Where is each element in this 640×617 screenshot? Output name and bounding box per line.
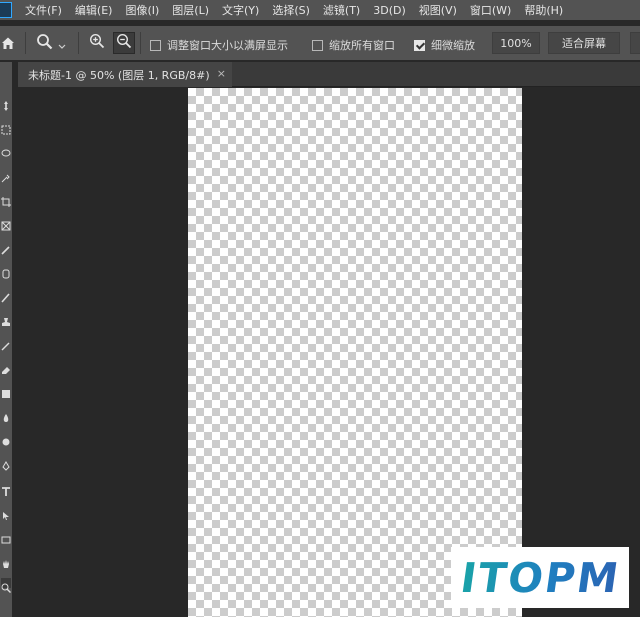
options-divider [140,32,141,54]
pen-tool-icon[interactable] [1,456,11,471]
home-icon[interactable] [0,35,16,51]
document-tab[interactable]: 未标题-1 @ 50% (图层 1, RGB/8#) × [18,62,232,87]
eyedropper-tool-icon[interactable] [1,240,11,255]
scrubby-zoom-label: 细微缩放 [431,39,475,52]
quick-select-tool-icon[interactable] [1,168,11,183]
type-tool-icon[interactable] [1,482,11,496]
chevron-down-icon [58,35,66,54]
hand-tool-icon[interactable] [1,554,11,568]
menu-image[interactable]: 图像(I) [125,2,159,18]
zoom-tool-icon[interactable] [1,578,11,593]
options-bar: 调整窗口大小以满屏显示 缩放所有窗口 细微缩放 100% 适合屏幕 [0,26,640,60]
resize-windows-label: 调整窗口大小以满屏显示 [167,39,288,52]
menu-3d[interactable]: 3D(D) [373,4,406,17]
document-tab-bar: 未标题-1 @ 50% (图层 1, RGB/8#) × [18,62,640,87]
resize-windows-check[interactable] [150,39,161,51]
zoom-all-windows-check[interactable] [312,39,323,51]
history-brush-tool-icon[interactable] [1,336,11,351]
menu-bar: 文件(F) 编辑(E) 图像(I) 图层(L) 文字(Y) 选择(S) 滤镜(T… [0,0,640,20]
zoom-tool-preset-picker[interactable] [36,33,66,55]
zoom-all-windows-checkbox[interactable]: 缩放所有窗口 [312,37,395,53]
gradient-tool-icon[interactable] [1,384,11,398]
menu-help[interactable]: 帮助(H) [524,2,563,18]
menu-filter[interactable]: 滤镜(T) [323,2,360,18]
transparent-canvas[interactable] [188,88,522,617]
watermark-text: ITOPM [457,553,623,602]
zoom-100-button[interactable]: 100% [492,32,540,54]
zoom-all-windows-label: 缩放所有窗口 [329,39,395,52]
zoom-in-icon [89,33,105,53]
menu-edit[interactable]: 编辑(E) [75,2,113,18]
options-divider [25,32,26,54]
fit-screen-button[interactable]: 适合屏幕 [548,32,620,54]
menu-select[interactable]: 选择(S) [272,2,310,18]
crop-tool-icon[interactable] [1,192,11,207]
frame-tool-icon[interactable] [1,216,11,231]
zoom-out-icon [116,33,132,53]
scrubby-zoom-check[interactable] [414,39,425,51]
move-tool-icon[interactable] [1,96,11,111]
menu-view[interactable]: 视图(V) [419,2,457,18]
zoom-in-button[interactable] [86,32,108,54]
options-divider [78,32,79,54]
marquee-tool-icon[interactable] [1,120,11,135]
photoshop-app-icon[interactable] [0,2,12,18]
menu-file[interactable]: 文件(F) [25,2,62,18]
brush-tool-icon[interactable] [1,288,11,303]
resize-windows-checkbox[interactable]: 调整窗口大小以满屏显示 [150,37,288,53]
rectangle-tool-icon[interactable] [1,530,11,544]
document-tab-label: 未标题-1 @ 50% (图层 1, RGB/8#) [28,68,210,82]
zoom-out-button[interactable] [113,32,135,54]
scrubby-zoom-checkbox[interactable]: 细微缩放 [414,37,475,53]
zoom-magnifier-icon [36,33,54,55]
eraser-tool-icon[interactable] [1,360,11,374]
tools-panel [0,62,12,617]
lasso-tool-icon[interactable] [1,144,11,157]
menu-type[interactable]: 文字(Y) [222,2,259,18]
path-selection-tool-icon[interactable] [1,506,11,520]
clone-stamp-tool-icon[interactable] [1,312,11,326]
healing-brush-tool-icon[interactable] [1,264,11,279]
dodge-tool-icon[interactable] [1,432,11,446]
fill-screen-button[interactable] [630,32,640,54]
close-icon[interactable]: × [217,67,226,80]
menu-window[interactable]: 窗口(W) [470,2,511,18]
watermark-logo: ITOPM [451,547,629,608]
menu-layer[interactable]: 图层(L) [172,2,209,18]
blur-tool-icon[interactable] [1,408,11,422]
